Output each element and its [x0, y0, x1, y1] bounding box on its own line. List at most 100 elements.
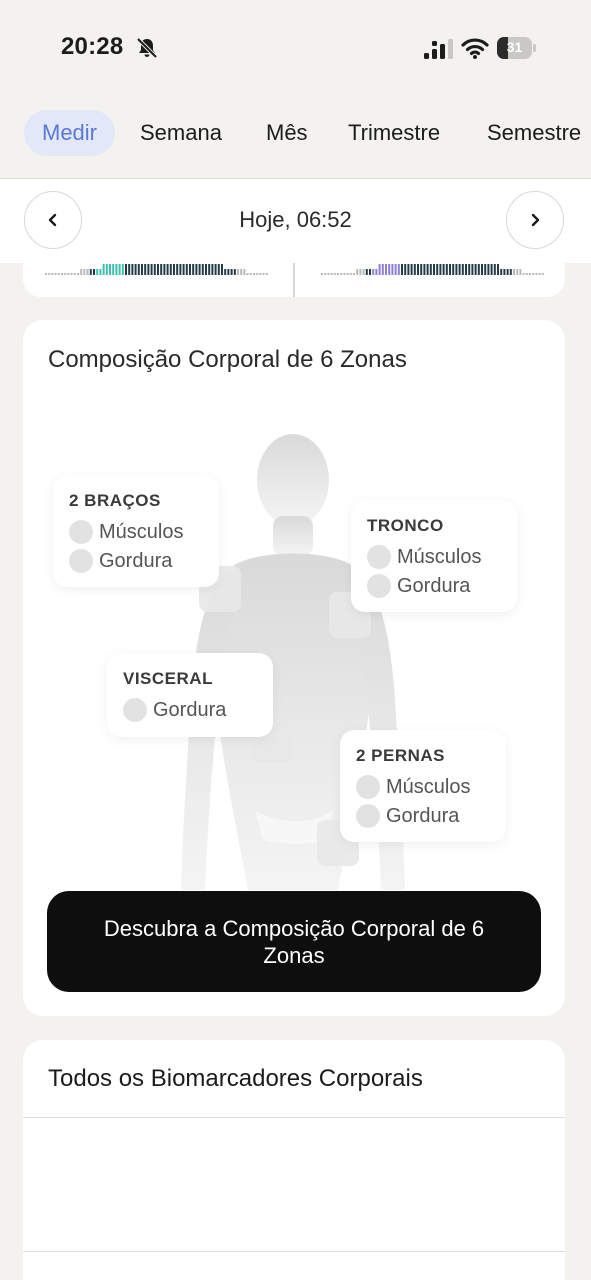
distribution-bar — [359, 269, 362, 275]
distribution-bar — [407, 264, 410, 275]
distribution-bar — [362, 269, 365, 275]
distribution-bar — [150, 264, 153, 275]
distribution-bar — [337, 273, 339, 275]
distribution-bar — [224, 269, 227, 275]
distribution-bar — [506, 269, 509, 275]
distribution-bar — [96, 269, 99, 275]
distribution-bar — [458, 264, 461, 275]
distribution-bar — [141, 264, 143, 275]
distribution-bar — [259, 273, 262, 275]
distribution-bar — [48, 273, 51, 275]
distribution-bar — [346, 273, 349, 275]
bell-slash-icon — [136, 37, 158, 59]
distribution-bar — [185, 264, 188, 275]
distribution-bar — [109, 264, 111, 275]
distribution-bar — [477, 264, 480, 275]
distribution-bar — [112, 264, 115, 275]
distribution-bar — [51, 273, 54, 275]
distribution-bar — [166, 264, 169, 275]
distribution-bar — [445, 264, 448, 275]
distribution-bar — [327, 273, 330, 275]
distribution-bar — [115, 264, 118, 275]
tab-trimestre[interactable]: Trimestre — [348, 110, 440, 156]
distribution-bar — [401, 264, 403, 275]
zone-label: Gordura — [397, 575, 471, 597]
distribution-bar — [525, 273, 528, 275]
distribution-bar — [240, 269, 243, 275]
tab-mes[interactable]: Mês — [266, 110, 308, 156]
status-dot — [367, 574, 391, 598]
visceral-zone-box[interactable]: VISCERAL Gordura — [107, 653, 273, 737]
distribution-bar — [157, 264, 159, 275]
distribution-bar — [519, 269, 522, 275]
date-navigator: Hoje, 06:52 — [0, 179, 591, 263]
distribution-bar — [509, 269, 512, 275]
distribution-bar — [429, 264, 432, 275]
cellular-signal-icon — [424, 39, 453, 59]
distribution-bar — [404, 264, 407, 275]
distribution-bar — [410, 264, 413, 275]
discover-composition-button[interactable]: Descubra a Composição Corporal de 6 Zona… — [47, 891, 541, 992]
distribution-bar — [131, 264, 134, 275]
card-divider — [293, 263, 295, 297]
distribution-bar — [397, 264, 400, 275]
distribution-bar — [86, 269, 89, 275]
cta-label: Descubra a Composição Corporal de 6 Zona… — [103, 915, 485, 968]
tab-medir[interactable]: Medir — [24, 110, 116, 156]
distribution-bar — [394, 264, 397, 275]
distribution-bar — [516, 269, 519, 275]
previous-metrics-card — [23, 263, 565, 297]
zone-label: Gordura — [386, 805, 460, 827]
date-label: Hoje, 06:52 — [239, 207, 352, 232]
distribution-bar — [417, 264, 419, 275]
distribution-bar — [481, 264, 483, 275]
distribution-bar — [198, 264, 201, 275]
legs-zone-box[interactable]: 2 PERNAS Músculos Gordura — [340, 730, 506, 842]
distribution-bar — [474, 264, 477, 275]
divider — [23, 1251, 565, 1252]
distribution-bar — [353, 273, 355, 275]
trunk-zone-box[interactable]: TRONCO Músculos Gordura — [351, 500, 517, 612]
distribution-bar — [105, 264, 108, 275]
next-day-button[interactable] — [506, 191, 564, 249]
distribution-bar — [449, 264, 451, 275]
distribution-bar — [243, 269, 246, 275]
distribution-bar — [391, 264, 394, 275]
distribution-bar — [256, 273, 259, 275]
distribution-bar — [465, 264, 467, 275]
distribution-bar — [265, 273, 268, 275]
status-dot — [367, 545, 391, 569]
distribution-bar — [490, 264, 493, 275]
distribution-bar — [452, 264, 455, 275]
zone-label: Músculos — [99, 521, 184, 543]
arms-zone-box[interactable]: 2 BRAÇOS Músculos Gordura — [53, 475, 219, 587]
tab-semestre[interactable]: Semestre — [487, 110, 581, 156]
distribution-bar — [356, 269, 359, 275]
distribution-bar — [420, 264, 423, 275]
distribution-bar — [195, 264, 198, 275]
distribution-bar — [99, 269, 102, 275]
zone-label: Gordura — [153, 699, 227, 721]
distribution-bar — [89, 269, 92, 275]
divider — [23, 1117, 565, 1118]
distribution-bar — [169, 264, 172, 275]
distribution-bar — [125, 264, 127, 275]
distribution-bar — [541, 273, 544, 275]
distribution-bar — [80, 269, 83, 275]
distribution-bar — [500, 269, 503, 275]
distribution-bar — [497, 264, 499, 275]
distribution-bar — [214, 264, 217, 275]
distribution-bar — [378, 264, 381, 275]
distribution-bar — [73, 273, 76, 275]
distribution-bar — [253, 273, 255, 275]
distribution-bar — [134, 264, 137, 275]
distribution-bar — [442, 264, 445, 275]
distribution-bar — [57, 273, 60, 275]
distribution-bar — [77, 273, 79, 275]
distribution-bar — [217, 264, 220, 275]
distribution-bar — [365, 269, 368, 275]
tab-semana[interactable]: Semana — [140, 110, 222, 156]
battery-icon: 31 — [497, 37, 537, 59]
battery-nub — [533, 44, 536, 52]
distribution-bar — [413, 264, 416, 275]
